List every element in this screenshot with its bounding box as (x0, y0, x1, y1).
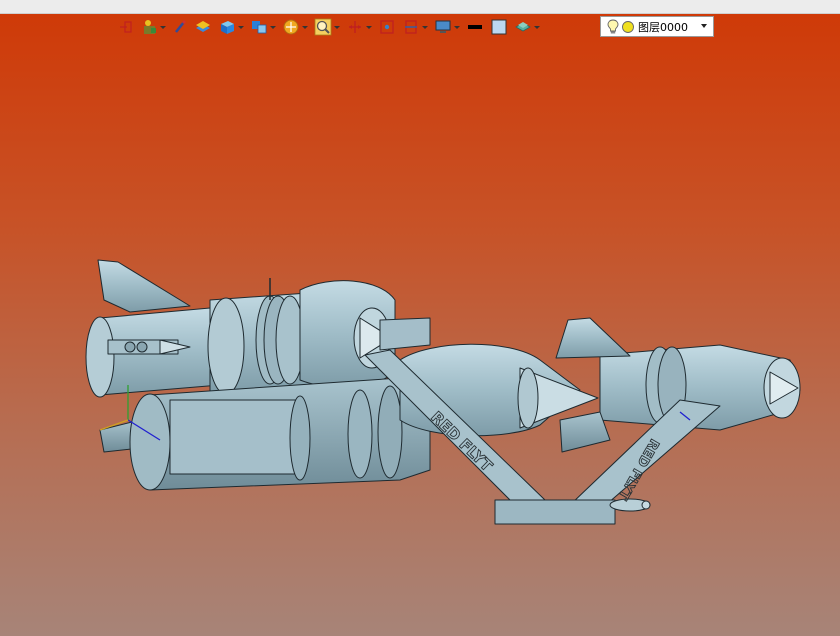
forward-upper-fin (555, 317, 631, 359)
forward-lower-fin (559, 411, 611, 453)
spaceship-model[interactable]: RED FLYT RED FLYT (0, 0, 840, 636)
landing-assembly (494, 499, 616, 525)
rear-upper-fin (97, 259, 191, 313)
